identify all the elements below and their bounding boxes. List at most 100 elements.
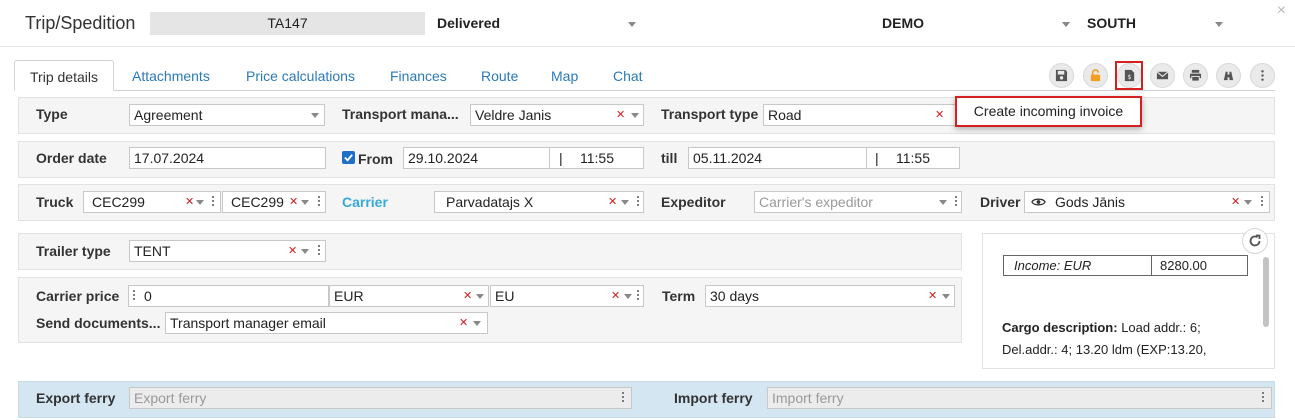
email-button[interactable] xyxy=(1150,63,1175,88)
tab-attachments[interactable]: Attachments xyxy=(132,60,210,91)
clear-icon[interactable]: ✕ xyxy=(935,110,944,121)
binoculars-icon xyxy=(1223,71,1234,81)
income-table: Income: EUR 8280.00 xyxy=(1003,255,1248,276)
more-icon[interactable] xyxy=(318,196,320,208)
import-ferry-field[interactable]: Import ferry xyxy=(767,387,1272,409)
send-documents-value: Transport manager email xyxy=(170,315,326,331)
chevron-down-icon xyxy=(196,200,204,205)
company-select[interactable]: DEMO xyxy=(882,12,1070,35)
driver-value: Gods Jānis xyxy=(1055,194,1126,210)
term-select[interactable]: 30 days ✕ xyxy=(705,285,955,307)
driver-select[interactable]: Gods Jānis ✕ xyxy=(1024,191,1270,213)
more-icon[interactable] xyxy=(318,245,320,257)
region-value: SOUTH xyxy=(1087,15,1136,31)
more-icon[interactable] xyxy=(212,196,214,208)
till-time-value: 11:55 xyxy=(896,150,930,166)
currency-select[interactable]: EUR ✕ xyxy=(329,285,489,307)
expeditor-placeholder: Carrier's expeditor xyxy=(759,194,873,210)
chevron-down-icon xyxy=(301,200,309,205)
transport-type-label: Transport type xyxy=(661,106,759,122)
more-icon[interactable] xyxy=(637,290,639,302)
save-button[interactable] xyxy=(1049,63,1074,88)
tab-finances[interactable]: Finances xyxy=(390,60,447,91)
till-date-value: 05.11.2024 xyxy=(693,150,763,166)
till-label: till xyxy=(661,150,678,166)
tab-map[interactable]: Map xyxy=(551,60,578,91)
carrier-link[interactable]: Carrier xyxy=(342,194,388,210)
clear-icon[interactable]: ✕ xyxy=(185,197,194,208)
refresh-button[interactable] xyxy=(1242,228,1268,254)
order-date-value: 17.07.2024 xyxy=(134,150,205,166)
price-region-select[interactable]: EU ✕ xyxy=(490,285,644,307)
trip-number-field[interactable]: TA147 xyxy=(150,12,425,35)
clear-icon[interactable]: ✕ xyxy=(459,318,468,329)
more-icon[interactable] xyxy=(955,196,957,208)
cargo-description-label: Cargo description: xyxy=(1002,320,1118,335)
chevron-down-icon xyxy=(311,113,319,118)
chevron-down-icon xyxy=(628,22,636,27)
eye-icon[interactable] xyxy=(1031,196,1046,208)
from-checkbox[interactable] xyxy=(342,151,355,164)
tab-route[interactable]: Route xyxy=(481,60,518,91)
trailer-select[interactable]: CEC299 ✕ xyxy=(222,191,326,213)
clear-icon[interactable]: ✕ xyxy=(611,291,620,302)
clear-icon[interactable]: ✕ xyxy=(1231,197,1240,208)
region-select[interactable]: SOUTH xyxy=(1087,12,1227,35)
more-icon[interactable] xyxy=(1261,196,1263,208)
type-value: Agreement xyxy=(134,107,203,123)
info-scrollbar[interactable] xyxy=(1263,257,1269,327)
clear-icon[interactable]: ✕ xyxy=(288,246,297,257)
transport-manager-select[interactable]: Veldre Janis ✕ xyxy=(470,104,644,126)
clear-icon[interactable]: ✕ xyxy=(616,110,625,121)
close-icon[interactable]: × xyxy=(1277,2,1286,20)
till-datetime-field[interactable]: 05.11.2024 | 11:55 xyxy=(688,147,960,169)
chevron-down-icon xyxy=(621,200,629,205)
tab-chat[interactable]: Chat xyxy=(613,60,643,91)
send-documents-select[interactable]: Transport manager email ✕ xyxy=(165,312,488,334)
more-icon[interactable] xyxy=(133,290,135,302)
check-icon xyxy=(344,154,353,162)
chevron-down-icon xyxy=(476,294,484,299)
more-button[interactable] xyxy=(1250,63,1275,88)
company-value: DEMO xyxy=(882,15,924,31)
carrier-price-field[interactable]: 0 xyxy=(128,285,329,307)
carrier-select[interactable]: Parvadatajs X ✕ xyxy=(434,191,644,213)
status-select[interactable]: Delivered xyxy=(437,12,642,35)
field-separator xyxy=(549,148,550,168)
more-icon[interactable] xyxy=(637,196,639,208)
clear-icon[interactable]: ✕ xyxy=(928,291,937,302)
chevron-down-icon xyxy=(631,113,639,118)
driver-label: Driver xyxy=(980,194,1021,210)
trailer-type-label: Trailer type xyxy=(36,243,111,259)
export-ferry-label: Export ferry xyxy=(36,390,116,406)
expeditor-select[interactable]: Carrier's expeditor xyxy=(754,191,962,213)
chevron-down-icon xyxy=(624,294,632,299)
trailer-value: CEC299 xyxy=(231,194,284,210)
clear-icon[interactable]: ✕ xyxy=(463,291,472,302)
trailer-type-select[interactable]: TENT ✕ xyxy=(129,240,326,262)
print-button[interactable] xyxy=(1183,63,1208,88)
more-icon[interactable] xyxy=(1262,392,1264,404)
more-icon[interactable] xyxy=(622,392,624,404)
chevron-down-icon xyxy=(473,321,481,326)
order-date-label: Order date xyxy=(36,150,107,166)
field-separator xyxy=(866,148,867,168)
tab-trip-details[interactable]: Trip details xyxy=(14,60,114,91)
tabs-divider xyxy=(14,90,1275,91)
income-value: 8280.00 xyxy=(1160,258,1207,273)
from-datetime-field[interactable]: 29.10.2024 | 11:55 xyxy=(403,147,644,169)
export-ferry-field[interactable]: Export ferry xyxy=(129,387,632,409)
unlock-button[interactable] xyxy=(1083,63,1108,88)
truck-select[interactable]: CEC299 ✕ xyxy=(83,191,221,213)
transport-type-select[interactable]: Road ✕ xyxy=(763,104,958,126)
type-select[interactable]: Agreement xyxy=(129,104,325,126)
export-ferry-placeholder: Export ferry xyxy=(134,390,207,406)
time-separator: | xyxy=(875,150,879,166)
clear-icon[interactable]: ✕ xyxy=(608,197,617,208)
search-button[interactable] xyxy=(1216,63,1241,88)
tab-price-calculations[interactable]: Price calculations xyxy=(246,60,355,91)
transport-manager-label: Transport mana... xyxy=(342,106,459,122)
order-date-field[interactable]: 17.07.2024 xyxy=(129,147,326,169)
clear-icon[interactable]: ✕ xyxy=(289,197,298,208)
time-separator: | xyxy=(559,150,563,166)
